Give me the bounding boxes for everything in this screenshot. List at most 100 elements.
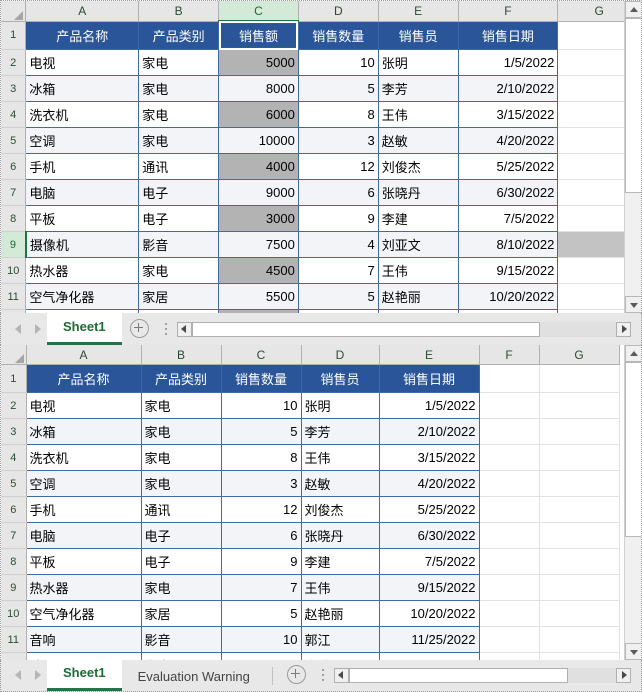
top-tab-sheet1[interactable]: Sheet1 xyxy=(47,313,122,345)
cell-qty-3[interactable]: 5 xyxy=(297,75,379,102)
empty-cell[interactable] xyxy=(539,522,620,549)
cell-product-8[interactable]: 平板 xyxy=(25,205,140,232)
row-header-7[interactable]: 7 xyxy=(1,522,27,549)
col-title-4[interactable]: 销售日期 xyxy=(378,364,480,393)
cell-category-8[interactable]: 电子 xyxy=(138,205,220,232)
empty-cell[interactable] xyxy=(479,600,540,627)
cell-product-4[interactable]: 洗衣机 xyxy=(25,444,142,471)
cell-qty-11[interactable]: 5 xyxy=(297,283,379,310)
cell-amount-2[interactable]: 5000 xyxy=(218,49,299,76)
col-title-2[interactable]: 销售数量 xyxy=(220,364,302,393)
row-header-1[interactable]: 1 xyxy=(1,364,27,393)
row-header-8[interactable]: 8 xyxy=(1,548,27,575)
cell-sales_rep-2[interactable]: 张明 xyxy=(300,392,380,419)
col-title-3[interactable]: 销售员 xyxy=(300,364,380,393)
cell-qty-5[interactable]: 3 xyxy=(297,127,379,154)
empty-cell[interactable] xyxy=(479,418,540,445)
cell-qty-7[interactable]: 6 xyxy=(297,179,379,206)
row-header-9[interactable]: 9 xyxy=(1,231,27,258)
cell-date-5[interactable]: 4/20/2022 xyxy=(457,127,559,154)
row-header-9[interactable]: 9 xyxy=(1,574,27,601)
empty-cell[interactable] xyxy=(539,364,620,393)
cell-product-9[interactable]: 摄像机 xyxy=(25,231,140,258)
empty-cell[interactable] xyxy=(479,574,540,601)
scroll-right-icon[interactable] xyxy=(616,667,631,683)
cell-sales_rep-10[interactable]: 赵艳丽 xyxy=(300,600,380,627)
cell-qty-11[interactable]: 10 xyxy=(220,626,302,653)
cell-amount-10[interactable]: 4500 xyxy=(218,257,299,284)
cell-qty-8[interactable]: 9 xyxy=(220,548,302,575)
tab-overflow-icon[interactable] xyxy=(321,666,326,683)
cell-amount-9[interactable]: 7500 xyxy=(218,231,299,258)
cell-amount-11[interactable]: 5500 xyxy=(218,283,299,310)
empty-cell[interactable] xyxy=(539,444,620,471)
column-header-b[interactable]: B xyxy=(141,345,222,365)
empty-cell[interactable] xyxy=(479,522,540,549)
next-sheet-icon[interactable] xyxy=(35,670,41,680)
column-header-f[interactable]: F xyxy=(458,1,559,22)
tab-overflow-icon[interactable] xyxy=(164,320,169,337)
cell-category-8[interactable]: 电子 xyxy=(140,548,222,575)
cell-category-3[interactable]: 家电 xyxy=(140,418,222,445)
column-header-b[interactable]: B xyxy=(138,1,220,22)
empty-cell[interactable] xyxy=(539,548,620,575)
cell-product-2[interactable]: 电视 xyxy=(25,392,142,419)
cell-sales_rep-10[interactable]: 王伟 xyxy=(377,257,459,284)
cell-sales_rep-4[interactable]: 王伟 xyxy=(300,444,380,471)
empty-cell[interactable] xyxy=(479,548,540,575)
prev-sheet-icon[interactable] xyxy=(15,670,21,680)
bottom-grid[interactable]: A B C D E F G 1 产品名称 产品类别 销售数量 销售员 销售日期 2 电视 家电 10 张明 1/5/… xyxy=(0,345,642,660)
add-sheet-icon[interactable] xyxy=(286,665,306,684)
empty-cell[interactable] xyxy=(539,626,620,653)
empty-cell[interactable] xyxy=(479,444,540,471)
prev-sheet-icon[interactable] xyxy=(15,324,21,334)
cell-amount-3[interactable]: 8000 xyxy=(218,75,299,102)
top-tab-nav[interactable] xyxy=(1,313,47,345)
col-title-0[interactable]: 产品名称 xyxy=(25,364,142,393)
cell-category-11[interactable]: 家居 xyxy=(138,283,220,310)
row-header-4[interactable]: 4 xyxy=(1,101,27,128)
cell-category-6[interactable]: 通讯 xyxy=(138,153,220,180)
cell-product-10[interactable]: 空气净化器 xyxy=(25,600,142,627)
top-sheet-table[interactable]: A B C D E F G 1 产品名称 产品类别 销售额 销售数量 销售员 销售日期 2 电视 家电 5000 1… xyxy=(1,1,641,313)
column-header-c[interactable]: C xyxy=(218,1,299,22)
cell-qty-5[interactable]: 3 xyxy=(220,470,302,497)
cell-qty-7[interactable]: 6 xyxy=(220,522,302,549)
cell-category-9[interactable]: 影音 xyxy=(138,231,220,258)
cell-date-11[interactable]: 11/25/2022 xyxy=(378,626,480,653)
cell-date-11[interactable]: 10/20/2022 xyxy=(457,283,559,310)
top-horizontal-scrollbar[interactable] xyxy=(176,313,641,345)
cell-product-4[interactable]: 洗衣机 xyxy=(25,101,140,128)
col-title-5[interactable]: 销售日期 xyxy=(457,20,559,50)
cell-qty-6[interactable]: 12 xyxy=(220,496,302,523)
cell-date-6[interactable]: 5/25/2022 xyxy=(378,496,480,523)
cell-qty-2[interactable]: 10 xyxy=(220,392,302,419)
cell-category-12[interactable]: 家电 xyxy=(140,652,222,660)
cell-category-2[interactable]: 家电 xyxy=(140,392,222,419)
cell-amount-8[interactable]: 3000 xyxy=(218,205,299,232)
cell-date-6[interactable]: 5/25/2022 xyxy=(457,153,559,180)
cell-sales_rep-11[interactable]: 赵艳丽 xyxy=(377,283,459,310)
cell-qty-6[interactable]: 12 xyxy=(297,153,379,180)
cell-category-2[interactable]: 家电 xyxy=(138,49,220,76)
row-header-2[interactable]: 2 xyxy=(1,392,27,419)
bottom-vertical-scrollbar[interactable] xyxy=(624,345,641,660)
bottom-scroll-thumb[interactable] xyxy=(625,362,641,537)
cell-product-11[interactable]: 空气净化器 xyxy=(25,283,140,310)
bottom-sheet-table[interactable]: A B C D E F G 1 产品名称 产品类别 销售数量 销售员 销售日期 2 电视 家电 10 张明 1/5/… xyxy=(1,345,620,660)
cell-category-11[interactable]: 影音 xyxy=(140,626,222,653)
cell-sales_rep-5[interactable]: 赵敏 xyxy=(377,127,459,154)
scroll-up-icon[interactable] xyxy=(625,345,641,362)
select-all-corner[interactable] xyxy=(1,1,27,22)
cell-amount-6[interactable]: 4000 xyxy=(218,153,299,180)
cell-product-6[interactable]: 手机 xyxy=(25,496,142,523)
row-header-11[interactable]: 11 xyxy=(1,283,27,310)
cell-category-10[interactable]: 家居 xyxy=(140,600,222,627)
cell-product-2[interactable]: 电视 xyxy=(25,49,140,76)
column-header-a[interactable]: A xyxy=(25,1,140,22)
cell-date-4[interactable]: 3/15/2022 xyxy=(457,101,559,128)
cell-sales_rep-6[interactable]: 刘俊杰 xyxy=(300,496,380,523)
bottom-hscroll-thumb[interactable] xyxy=(348,667,568,683)
bottom-tab-evaluation-warning[interactable]: Evaluation Warning xyxy=(122,663,266,691)
row-header-6[interactable]: 6 xyxy=(1,496,27,523)
